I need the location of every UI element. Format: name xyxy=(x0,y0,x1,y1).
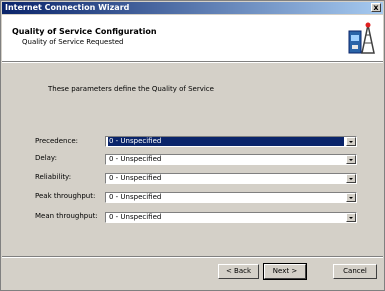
chevron-down-icon[interactable] xyxy=(346,137,356,146)
delay-dropdown[interactable]: 0 - Unspecified xyxy=(105,154,357,165)
cancel-button[interactable]: Cancel xyxy=(333,264,377,279)
header-divider-highlight xyxy=(2,62,383,63)
chevron-down-icon[interactable] xyxy=(346,193,356,202)
precedence-dropdown[interactable]: 0 - Unspecified xyxy=(105,136,357,147)
peak-throughput-label: Peak throughput: xyxy=(35,192,96,200)
network-connection-icon xyxy=(348,22,375,54)
mean-throughput-dropdown[interactable]: 0 - Unspecified xyxy=(105,212,357,223)
reliability-dropdown[interactable]: 0 - Unspecified xyxy=(105,173,357,184)
reliability-value: 0 - Unspecified xyxy=(109,174,162,182)
delay-label: Delay: xyxy=(35,154,57,162)
chevron-down-icon[interactable] xyxy=(346,174,356,183)
wizard-header: Quality of Service Configuration Quality… xyxy=(2,15,383,61)
delay-value: 0 - Unspecified xyxy=(109,155,162,163)
window-title: Internet Connection Wizard xyxy=(5,3,130,12)
close-button[interactable]: x xyxy=(371,3,381,12)
peak-throughput-dropdown[interactable]: 0 - Unspecified xyxy=(105,192,357,203)
peak-throughput-value: 0 - Unspecified xyxy=(109,193,162,201)
page-subtitle: Quality of Service Requested xyxy=(22,38,124,46)
chevron-down-icon[interactable] xyxy=(346,155,356,164)
back-button[interactable]: < Back xyxy=(218,264,259,279)
next-button[interactable]: Next > xyxy=(263,263,307,280)
footer-divider-highlight xyxy=(2,257,383,258)
close-icon: x xyxy=(373,3,379,12)
mean-throughput-value: 0 - Unspecified xyxy=(109,213,162,221)
title-bar: Internet Connection Wizard x xyxy=(2,2,383,14)
mean-throughput-label: Mean throughput: xyxy=(35,212,98,220)
precedence-value: 0 - Unspecified xyxy=(108,137,344,146)
wizard-window: Internet Connection Wizard x Quality of … xyxy=(0,0,385,291)
chevron-down-icon[interactable] xyxy=(346,213,356,222)
page-title: Quality of Service Configuration xyxy=(12,27,157,36)
precedence-label: Precedence: xyxy=(35,137,78,145)
reliability-label: Reliability: xyxy=(35,173,72,181)
description-text: These parameters define the Quality of S… xyxy=(48,85,214,93)
